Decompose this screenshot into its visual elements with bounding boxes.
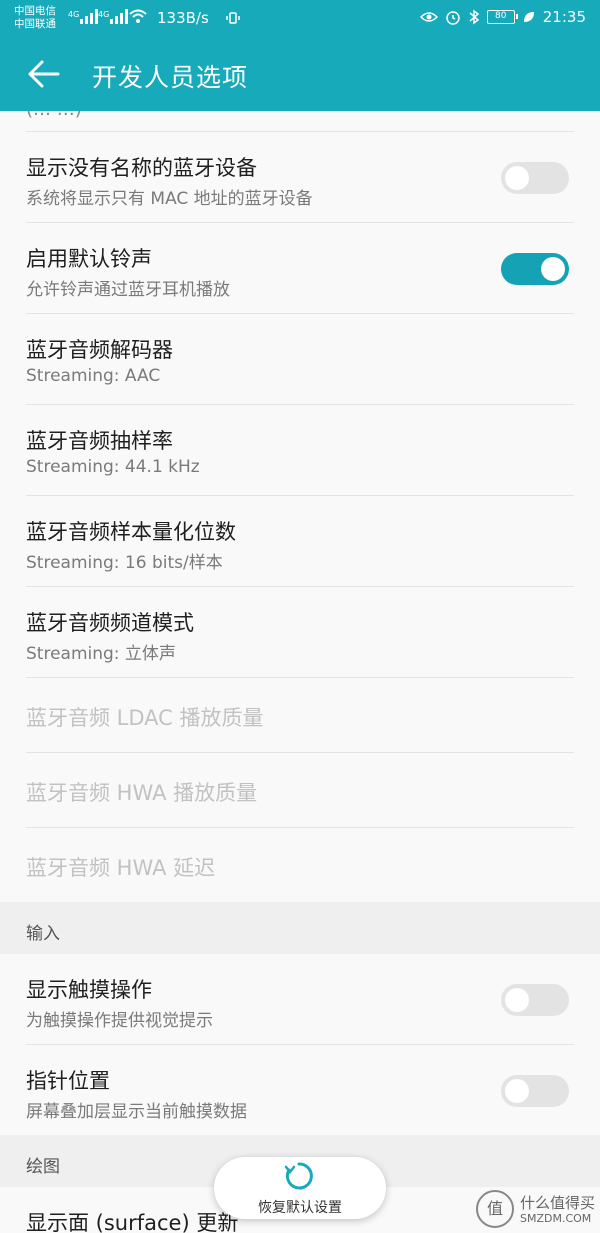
network-type-2: 4G [98,10,110,19]
setting-title: 蓝牙音频样本量化位数 [26,520,236,544]
toggle-knob [505,988,529,1012]
setting-title: 显示触摸操作 [26,978,152,1002]
setting-title: 启用默认铃声 [26,247,152,271]
setting-title: 指针位置 [26,1069,110,1093]
setting-bt-ldac-quality: 蓝牙音频 LDAC 播放质量 [0,678,600,752]
toggle-knob [505,1079,529,1103]
leaf-icon [523,12,534,22]
carrier-labels: 中国电信 中国联通 [14,5,56,31]
partial-list-item: (… …) [0,111,600,131]
toggle-switch-off[interactable] [501,1075,569,1107]
setting-title: 蓝牙音频频道模式 [26,611,194,635]
alarm-icon [446,11,460,25]
page-title: 开发人员选项 [92,63,249,92]
setting-pointer-location[interactable]: 指针位置 屏幕叠加层显示当前触摸数据 [0,1045,600,1135]
battery-icon: 80 [486,10,518,24]
section-header-input: 输入 [0,902,600,954]
wifi-icon [129,9,147,23]
setting-title: 蓝牙音频解码器 [26,338,173,362]
setting-show-touches[interactable]: 显示触摸操作 为触摸操作提供视觉提示 [0,954,600,1044]
section-title: 绘图 [26,1157,60,1177]
clock: 21:35 [542,8,586,26]
setting-bt-audio-sample-rate[interactable]: 蓝牙音频抽样率 Streaming: 44.1 kHz [0,405,600,495]
setting-title-disabled: 蓝牙音频 HWA 延迟 [26,856,216,880]
setting-subtitle: Streaming: 44.1 kHz [26,457,200,477]
setting-subtitle: 系统将显示只有 MAC 地址的蓝牙设备 [26,189,313,209]
signal-icon-2 [110,8,128,24]
setting-subtitle: 屏幕叠加层显示当前触摸数据 [26,1102,247,1122]
restore-icon [284,1162,313,1190]
eye-comfort-icon [419,12,438,22]
back-arrow-icon[interactable] [22,52,66,96]
setting-subtitle: 允许铃声通过蓝牙耳机播放 [26,280,230,300]
setting-title: 显示面 (surface) 更新 [26,1211,239,1233]
carrier-2: 中国联通 [14,18,56,30]
setting-default-ringtone[interactable]: 启用默认铃声 允许铃声通过蓝牙耳机播放 [0,223,600,313]
watermark-logo: 值 [476,1190,514,1228]
setting-title: 显示没有名称的蓝牙设备 [26,156,257,180]
toggle-knob [541,257,565,281]
network-speed: 133B/s [157,9,209,27]
section-title: 输入 [26,924,60,944]
setting-bt-hwa-quality: 蓝牙音频 HWA 播放质量 [0,753,600,827]
setting-title: 蓝牙音频抽样率 [26,429,173,453]
setting-bt-audio-channel-mode[interactable]: 蓝牙音频频道模式 Streaming: 立体声 [0,587,600,677]
setting-subtitle: Streaming: 16 bits/样本 [26,553,223,573]
setting-subtitle: Streaming: 立体声 [26,644,176,664]
network-type-1: 4G [68,10,80,19]
watermark: 值 什么值得买 SMZDM.COM [476,1186,600,1233]
signal-icon-1 [80,8,98,24]
carrier-1: 中国电信 [14,5,56,17]
bluetooth-icon [469,9,479,25]
app-bar: 开发人员选项 [0,38,600,111]
setting-show-unnamed-bt-devices[interactable]: 显示没有名称的蓝牙设备 系统将显示只有 MAC 地址的蓝牙设备 [0,132,600,222]
vibrate-icon [226,12,240,24]
setting-bt-audio-codec[interactable]: 蓝牙音频解码器 Streaming: AAC [0,314,600,404]
partial-item-text: (… …) [26,111,82,120]
setting-bt-hwa-latency: 蓝牙音频 HWA 延迟 [0,828,600,902]
toggle-switch-on[interactable] [501,253,569,285]
setting-title-disabled: 蓝牙音频 HWA 播放质量 [26,781,258,805]
setting-bt-audio-bits-per-sample[interactable]: 蓝牙音频样本量化位数 Streaming: 16 bits/样本 [0,496,600,586]
settings-list: (… …) 显示没有名称的蓝牙设备 系统将显示只有 MAC 地址的蓝牙设备 启用… [0,111,600,1233]
watermark-line-1: 什么值得买 [520,1194,596,1212]
status-bar: 中国电信 中国联通 4G 4G 133B/s 80 21:35 [0,0,600,38]
setting-title-disabled: 蓝牙音频 LDAC 播放质量 [26,706,264,730]
setting-subtitle: Streaming: AAC [26,366,161,386]
restore-defaults-button[interactable]: 恢复默认设置 [214,1157,386,1219]
watermark-line-2: SMZDM.COM [520,1212,592,1225]
restore-defaults-label: 恢复默认设置 [258,1200,342,1216]
status-right: 80 21:35 [419,8,586,26]
toggle-switch-off[interactable] [501,984,569,1016]
toggle-switch-off[interactable] [501,162,569,194]
toggle-knob [505,166,529,190]
setting-subtitle: 为触摸操作提供视觉提示 [26,1011,213,1031]
